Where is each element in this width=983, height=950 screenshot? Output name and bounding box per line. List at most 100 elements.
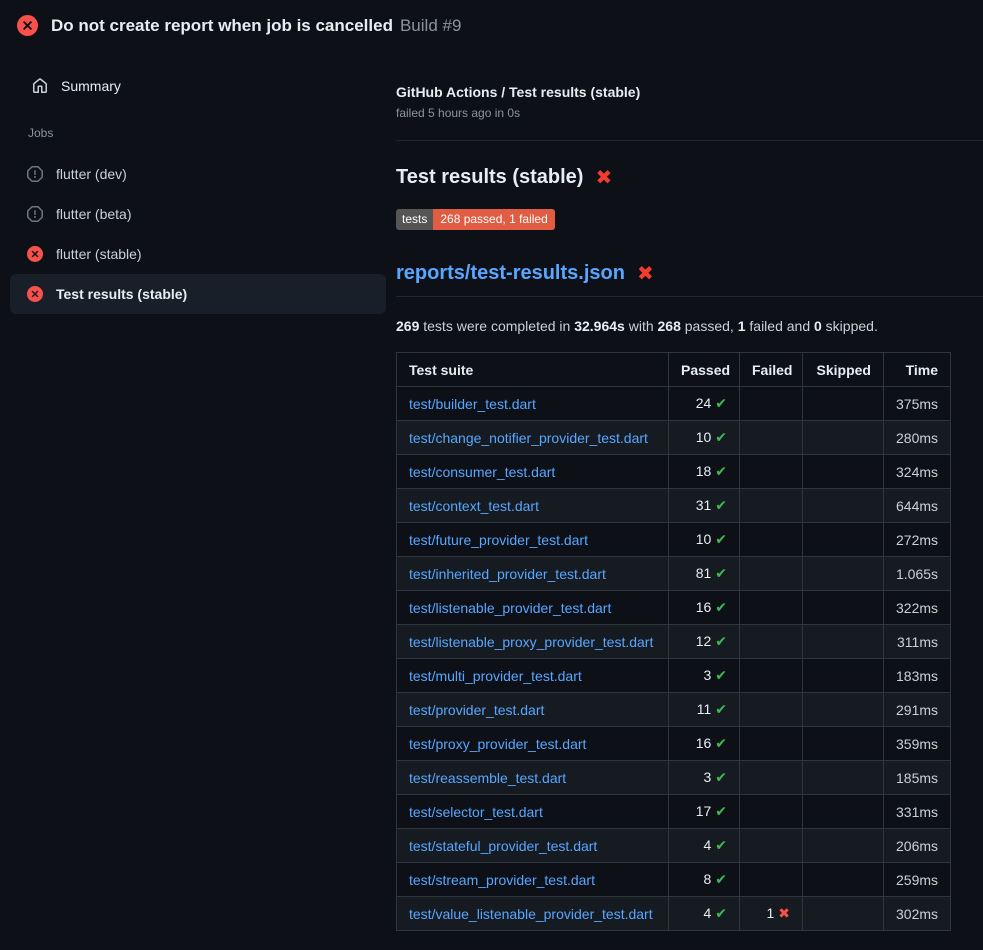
column-header-failed: Failed [740,353,803,387]
suite-link[interactable]: test/stateful_provider_test.dart [409,838,597,854]
failed-cell [740,693,803,727]
failed-cell [740,727,803,761]
check-icon: ✔ [715,735,727,751]
check-icon: ✔ [715,633,727,649]
time-cell: 272ms [884,523,951,557]
summary-text: tests were completed in [419,318,574,334]
sidebar-job-flutter-dev[interactable]: flutter (dev) [10,154,386,194]
suite-link[interactable]: test/inherited_provider_test.dart [409,566,606,582]
time-cell: 280ms [884,421,951,455]
table-row: test/reassemble_test.dart3✔185ms [397,761,951,795]
skipped-cell [803,557,884,591]
failed-cell [740,387,803,421]
skipped-cell [803,897,884,931]
failed-cell [740,625,803,659]
skipped-cell [803,863,884,897]
check-icon: ✔ [715,497,727,513]
suite-link[interactable]: test/listenable_proxy_provider_test.dart [409,634,653,650]
suite-link[interactable]: test/reassemble_test.dart [409,770,566,786]
failed-cell [740,829,803,863]
count-value: 24 [696,395,712,411]
count-value: 12 [696,633,712,649]
check-icon: ✔ [715,599,727,615]
sidebar-job-flutter-beta[interactable]: flutter (beta) [10,194,386,234]
suite-link[interactable]: test/provider_test.dart [409,702,544,718]
suite-link[interactable]: test/stream_provider_test.dart [409,872,595,888]
suite-cell: test/consumer_test.dart [397,455,669,489]
jobs-sidebar: Summary Jobs flutter (dev)flutter (beta)… [0,46,396,314]
test-results-table: Test suitePassedFailedSkippedTime test/b… [396,352,951,931]
suite-link[interactable]: test/change_notifier_provider_test.dart [409,430,648,446]
failed-cross-icon: ✖ [637,264,654,284]
passed-cell: 3✔ [669,659,740,693]
table-header-row: Test suitePassedFailedSkippedTime [397,353,951,387]
column-header-test-suite: Test suite [397,353,669,387]
skipped-cell [803,829,884,863]
check-title-text: Test results (stable) [396,166,583,189]
sidebar-job-flutter-stable[interactable]: flutter (stable) [10,234,386,274]
failed-cell [740,489,803,523]
check-icon: ✔ [715,531,727,547]
passed-cell: 24✔ [669,387,740,421]
header-divider [396,140,983,141]
home-icon [32,78,48,94]
check-icon: ✔ [715,837,727,853]
table-row: test/proxy_provider_test.dart16✔359ms [397,727,951,761]
suite-link[interactable]: test/value_listenable_provider_test.dart [409,906,653,922]
column-header-time: Time [884,353,951,387]
table-row: test/change_notifier_provider_test.dart 1… [397,421,951,455]
failed-cell [740,863,803,897]
table-row: test/stateful_provider_test.dart 4✔ 206ms [397,829,951,863]
suite-cell: test/multi_provider_test.dart [397,659,669,693]
job-label: Test results (stable) [56,286,187,302]
passed-cell: 16✔ [669,591,740,625]
failed-cell [740,591,803,625]
failed-circle-icon [17,15,38,36]
job-label: flutter (dev) [56,166,127,182]
report-file-link[interactable]: reports/test-results.json [396,262,625,285]
suite-link[interactable]: test/consumer_test.dart [409,464,555,480]
table-row: test/provider_test.dart11✔291ms [397,693,951,727]
failed-cross-icon: ✖ [595,168,612,188]
passed-cell: 17✔ [669,795,740,829]
run-status-meta: failed 5 hours ago in 0s [396,106,983,120]
skipped-cell [803,795,884,829]
build-number: Build #9 [400,16,461,36]
count-value: 10 [696,429,712,445]
suite-link[interactable]: test/builder_test.dart [409,396,536,412]
count-value: 4 [703,837,711,853]
count-value: 31 [696,497,712,513]
skipped-cell [803,659,884,693]
passed-cell: 18✔ [669,455,740,489]
suite-link[interactable]: test/listenable_provider_test.dart [409,600,611,616]
count-value: 8 [703,871,711,887]
cancelled-stop-icon [27,166,43,182]
table-row: test/selector_test.dart17✔331ms [397,795,951,829]
check-icon: ✔ [715,463,727,479]
suite-link[interactable]: test/selector_test.dart [409,804,543,820]
suite-cell: test/selector_test.dart [397,795,669,829]
suite-cell: test/inherited_provider_test.dart [397,557,669,591]
sidebar-item-summary[interactable]: Summary [10,72,386,100]
cancelled-stop-icon [27,206,43,222]
count-value: 81 [696,565,712,581]
time-cell: 375ms [884,387,951,421]
passed-cell: 10✔ [669,523,740,557]
sidebar-job-test-results-stable[interactable]: Test results (stable) [10,274,386,314]
skipped-cell [803,591,884,625]
suite-link[interactable]: test/future_provider_test.dart [409,532,588,548]
time-cell: 291ms [884,693,951,727]
passed-cell: 16✔ [669,727,740,761]
job-label: flutter (stable) [56,246,142,262]
skipped-cell [803,727,884,761]
time-cell: 322ms [884,591,951,625]
suite-link[interactable]: test/context_test.dart [409,498,539,514]
skipped-cell [803,761,884,795]
badge-value: 268 passed, 1 failed [433,209,554,230]
suite-link[interactable]: test/proxy_provider_test.dart [409,736,586,752]
badge-label: tests [396,209,433,230]
workflow-run-title: Do not create report when job is cancell… [51,16,393,36]
suite-link[interactable]: test/multi_provider_test.dart [409,668,582,684]
summary-text: skipped. [822,318,878,334]
time-cell: 206ms [884,829,951,863]
